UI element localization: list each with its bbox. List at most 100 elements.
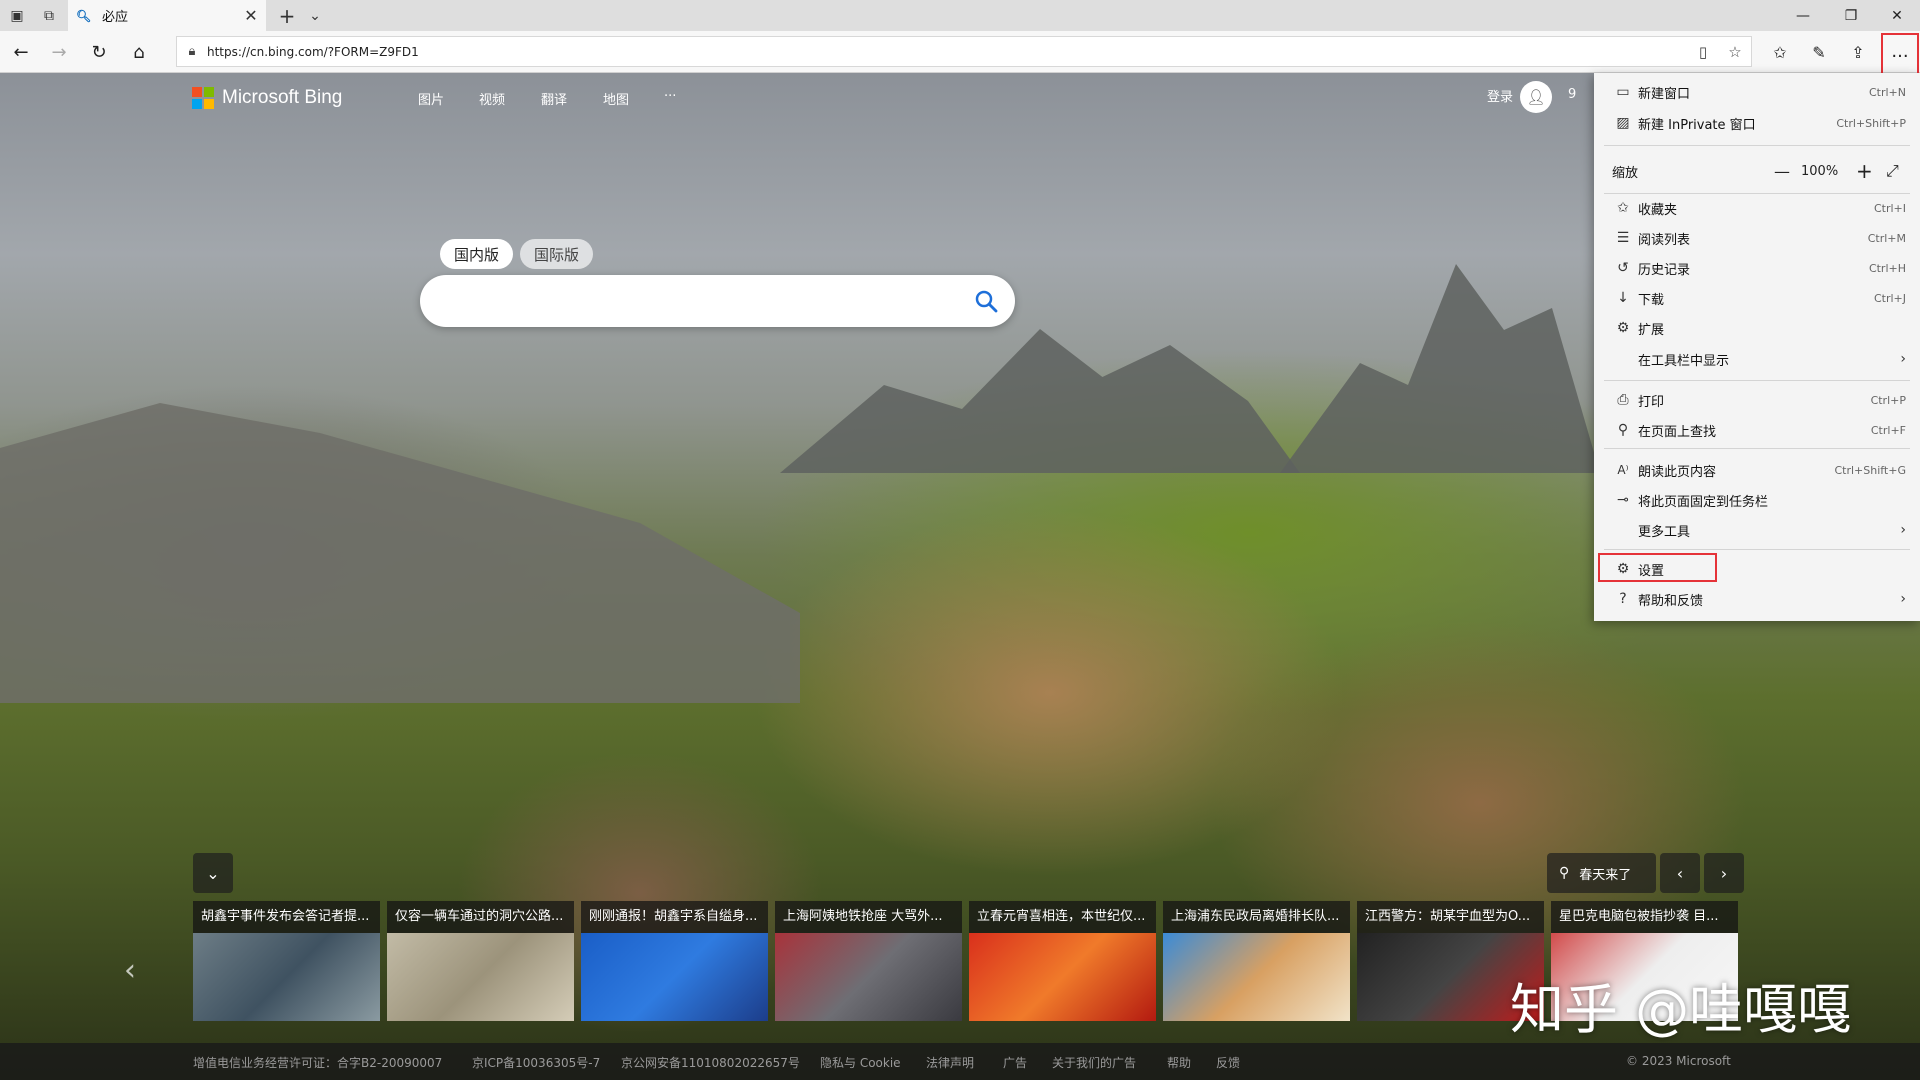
menu-find[interactable]: ⚲ 在页面上查找 Ctrl+F	[1594, 415, 1920, 445]
web-note-icon[interactable]: ✎	[1800, 36, 1838, 68]
search-input[interactable]	[444, 287, 944, 315]
set-aside-tabs-icon[interactable]: ⧉	[34, 0, 64, 31]
news-prev-button[interactable]: ‹	[1660, 853, 1700, 893]
menu-more-tools[interactable]: 更多工具 ›	[1594, 515, 1920, 545]
location-button[interactable]: ⚲ 春天来了	[1547, 853, 1656, 893]
news-card[interactable]: 立春元宵喜相连，本世纪仅...	[969, 901, 1156, 1021]
news-card-title: 立春元宵喜相连，本世纪仅...	[969, 901, 1156, 933]
menu-read-aloud[interactable]: A⁾ 朗读此页内容 Ctrl+Shift+G	[1594, 455, 1920, 485]
close-window-icon[interactable]: ✕	[1874, 0, 1920, 31]
news-next-button[interactable]: ›	[1704, 853, 1744, 893]
news-card[interactable]: 仅容一辆车通过的洞穴公路...	[387, 901, 574, 1021]
menu-show-in-toolbar[interactable]: 在工具栏中显示 ›	[1594, 344, 1920, 374]
news-card-image	[775, 933, 962, 1021]
footer-legal[interactable]: 法律声明	[926, 1054, 974, 1071]
tab-international[interactable]: 国际版	[520, 239, 594, 269]
signin-link[interactable]: 登录	[1487, 86, 1513, 105]
menu-extensions[interactable]: ⚙ 扩展	[1594, 313, 1920, 343]
menu-new-inprivate[interactable]: ▨ 新建 InPrivate 窗口 Ctrl+Shift+P	[1594, 108, 1920, 138]
news-card-title: 上海阿姨地铁抢座 大骂外...	[775, 901, 962, 933]
share-icon[interactable]: ⇪	[1839, 36, 1877, 68]
address-bar[interactable]: 🔒︎ ▯ ☆	[176, 36, 1752, 67]
footer-license[interactable]: 增值电信业务经营许可证：合字B2-20090007	[193, 1054, 442, 1071]
favorites-hub-icon[interactable]: ✩	[1761, 36, 1799, 68]
minimize-icon[interactable]: —	[1780, 0, 1826, 31]
lock-icon[interactable]: 🔒︎	[177, 44, 207, 59]
chevron-right-icon: ›	[1900, 591, 1906, 607]
search-icon[interactable]	[968, 283, 1004, 319]
menu-new-window[interactable]: ▭ 新建窗口 Ctrl+N	[1594, 77, 1920, 107]
search-box[interactable]	[420, 275, 1015, 327]
favorite-star-icon[interactable]: ☆	[1719, 43, 1751, 61]
tab-strip: ▣ ⧉ 🔍︎ 必应 ✕ + ⌄ — ❐ ✕	[0, 0, 1920, 31]
microsoft-logo-icon	[192, 87, 214, 109]
footer-feedback[interactable]: 反馈	[1216, 1054, 1240, 1071]
news-card-title: 上海浦东民政局离婚排长队...	[1163, 901, 1350, 933]
footer-privacy[interactable]: 隐私与 Cookie	[820, 1054, 901, 1071]
news-card[interactable]: 上海浦东民政局离婚排长队...	[1163, 901, 1350, 1021]
url-input[interactable]	[207, 44, 1687, 59]
printer-icon: ⎙	[1617, 392, 1629, 408]
restore-icon[interactable]: ❐	[1828, 0, 1874, 31]
footer-police[interactable]: 京公网安备11010802022657号	[621, 1054, 800, 1071]
zoom-out-button[interactable]: —	[1774, 162, 1790, 181]
rewards-count[interactable]: 9	[1568, 87, 1576, 102]
news-card[interactable]: 胡鑫宇事件发布会答记者提...	[193, 901, 380, 1021]
watermark: 知乎 @哇嘎嘎	[1510, 978, 1852, 1041]
tab-list-chevron-icon[interactable]: ⌄	[300, 0, 330, 31]
nav-more[interactable]: ···	[664, 89, 676, 104]
zoom-level: 100%	[1801, 163, 1839, 179]
forward-icon[interactable]: →	[42, 36, 76, 68]
footer-help[interactable]: 帮助	[1167, 1054, 1191, 1071]
news-card[interactable]: 上海阿姨地铁抢座 大骂外...	[775, 901, 962, 1021]
fullscreen-icon[interactable]: ⤢	[1886, 161, 1899, 181]
tab-actions-icon[interactable]: ▣	[2, 0, 32, 31]
carousel-prev-icon[interactable]: ‹	[124, 953, 136, 988]
bing-favicon-icon: 🔍︎	[76, 8, 92, 23]
news-card-title: 仅容一辆车通过的洞穴公路...	[387, 901, 574, 933]
user-avatar-icon[interactable]: 👤︎	[1520, 81, 1552, 113]
menu-history[interactable]: ↺ 历史记录 Ctrl+H	[1594, 253, 1920, 283]
new-tab-button[interactable]: +	[272, 0, 302, 31]
find-magnifier-icon: ⚲	[1617, 422, 1629, 438]
menu-help[interactable]: ? 帮助和反馈 ›	[1594, 584, 1920, 614]
tab-close-icon[interactable]: ✕	[236, 6, 266, 25]
menu-reading-list[interactable]: ☰ 阅读列表 Ctrl+M	[1594, 223, 1920, 253]
news-card[interactable]: 刚刚通报！胡鑫宇系自缢身...	[581, 901, 768, 1021]
read-aloud-icon: A⁾	[1617, 463, 1629, 477]
refresh-icon[interactable]: ↻	[82, 36, 116, 68]
chevron-down-icon: ⌄	[206, 863, 220, 883]
settings-menu: ▭ 新建窗口 Ctrl+N ▨ 新建 InPrivate 窗口 Ctrl+Shi…	[1594, 73, 1920, 621]
home-icon[interactable]: ⌂	[122, 36, 156, 68]
tab-bing[interactable]: 🔍︎ 必应 ✕	[68, 0, 266, 31]
location-label: 春天来了	[1579, 867, 1632, 883]
chevron-right-icon: ›	[1900, 351, 1906, 367]
footer-icp[interactable]: 京ICP备10036305号-7	[472, 1054, 600, 1071]
nav-maps[interactable]: 地图	[603, 89, 629, 108]
reading-view-icon[interactable]: ▯	[1687, 43, 1719, 61]
menu-separator	[1604, 380, 1910, 381]
nav-translate[interactable]: 翻译	[541, 89, 567, 108]
nav-images[interactable]: 图片	[418, 89, 444, 108]
chevron-right-icon: ›	[1720, 863, 1728, 883]
tab-domestic[interactable]: 国内版	[440, 239, 514, 269]
menu-separator	[1604, 145, 1910, 146]
menu-print[interactable]: ⎙ 打印 Ctrl+P	[1594, 385, 1920, 415]
news-card-image	[969, 933, 1156, 1021]
nav-videos[interactable]: 视频	[479, 89, 505, 108]
bing-logo[interactable]: Microsoft Bing	[192, 87, 342, 109]
menu-pin-taskbar[interactable]: ⊸ 将此页面固定到任务栏	[1594, 485, 1920, 515]
logo-square	[204, 87, 214, 97]
footer-ads[interactable]: 广告	[1003, 1054, 1027, 1071]
menu-downloads[interactable]: ↓ 下载 Ctrl+J	[1594, 283, 1920, 313]
footer-about-ads[interactable]: 关于我们的广告	[1052, 1054, 1136, 1071]
collapse-news-button[interactable]: ⌄	[193, 853, 233, 893]
history-icon: ↺	[1617, 260, 1629, 276]
tab-title: 必应	[102, 10, 129, 25]
mountain-shape	[1280, 264, 1600, 473]
logo-square	[204, 99, 214, 109]
back-icon[interactable]: ←	[4, 36, 38, 68]
zoom-in-button[interactable]: +	[1856, 159, 1873, 183]
news-card-title: 刚刚通报！胡鑫宇系自缢身...	[581, 901, 768, 933]
menu-favorites[interactable]: ✩ 收藏夹 Ctrl+I	[1594, 193, 1920, 223]
